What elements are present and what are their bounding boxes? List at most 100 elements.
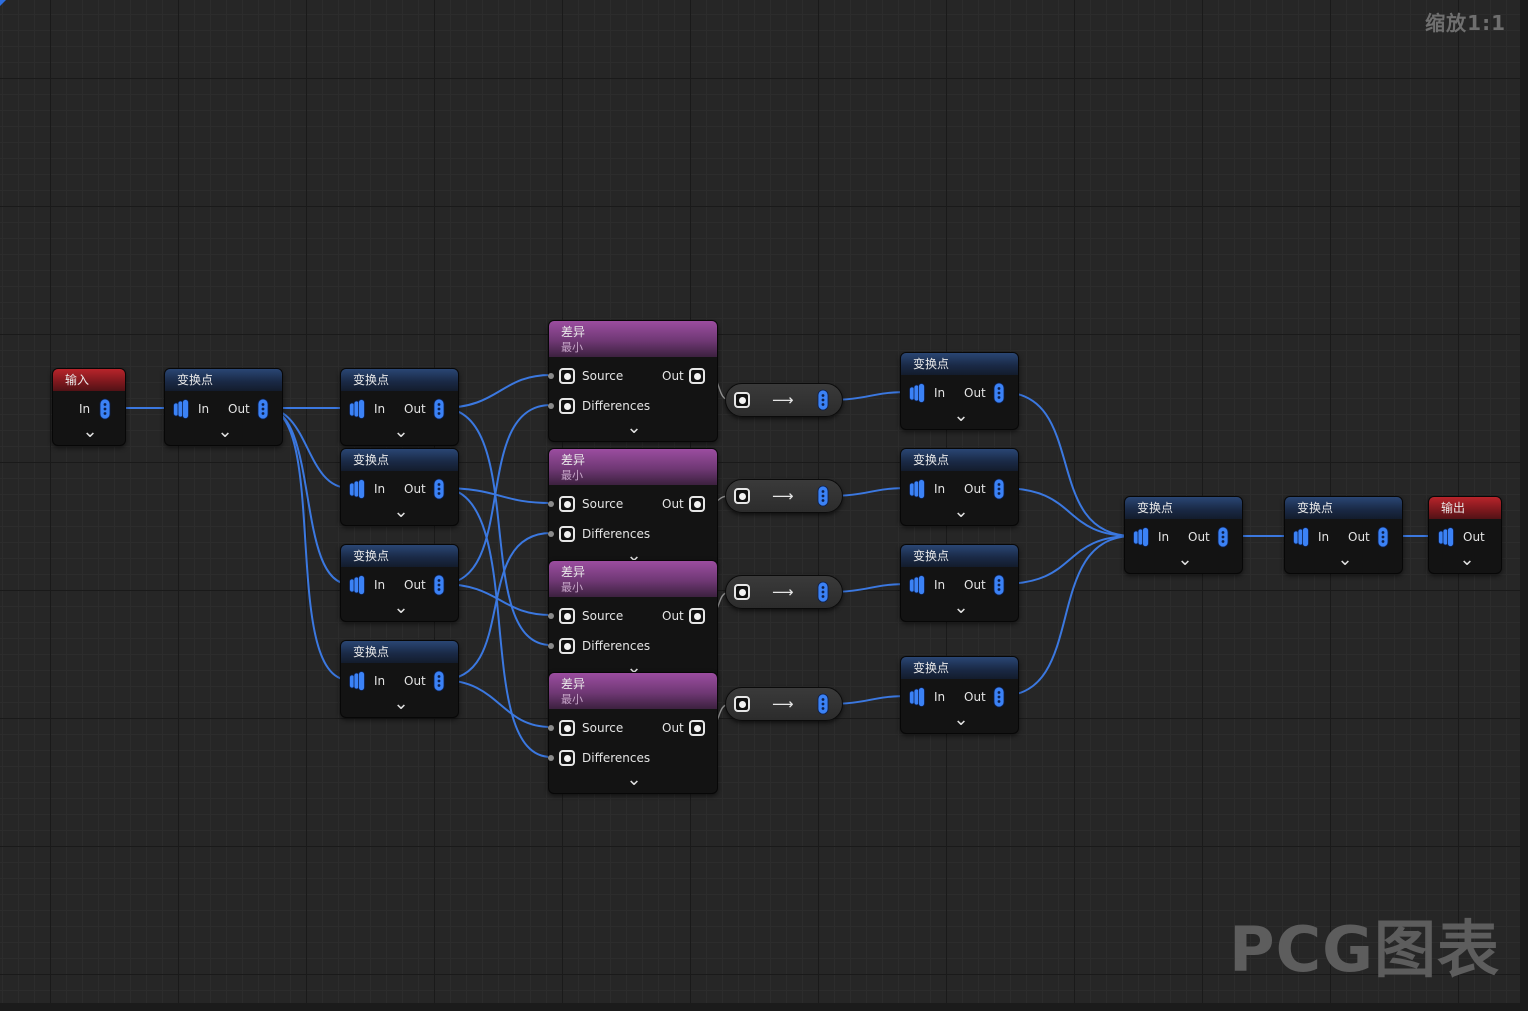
transform-points-node[interactable]: 变换点 In Out ⌄ xyxy=(1124,496,1243,574)
graph-canvas[interactable]: 变换点 In Out ⌄ 变换点 In Out ⌄ 变换点 In Out ⌄ 变换点 In Out ⌄ 变换点 I… xyxy=(0,0,1520,1003)
convert-node[interactable]: ⟶ xyxy=(725,575,843,609)
in-pin[interactable] xyxy=(909,574,925,596)
in-pin[interactable] xyxy=(1133,526,1149,548)
out-pin-label: Out xyxy=(1348,530,1370,544)
spatial-data-pin-icon xyxy=(433,398,445,420)
differences-pin[interactable] xyxy=(559,526,575,542)
transform-points-node[interactable]: 变换点 In Out ⌄ xyxy=(340,544,459,622)
in-pin[interactable] xyxy=(734,392,750,408)
in-pin[interactable] xyxy=(1293,526,1309,548)
in-pin[interactable] xyxy=(734,584,750,600)
in-pin[interactable] xyxy=(734,488,750,504)
out-pin[interactable] xyxy=(431,478,447,500)
differences-pin[interactable] xyxy=(559,398,575,414)
transform-points-node[interactable]: 变换点 In Out ⌄ xyxy=(340,448,459,526)
chevron-down-icon[interactable]: ⌄ xyxy=(391,423,411,441)
transform-points-node[interactable]: 变换点 In Out ⌄ xyxy=(340,368,459,446)
out-pin-label: Out xyxy=(1188,530,1210,544)
out-pin[interactable] xyxy=(815,581,831,603)
in-pin[interactable] xyxy=(734,696,750,712)
out-pin-label: Out xyxy=(662,497,684,511)
in-pin[interactable] xyxy=(909,686,925,708)
out-pin[interactable] xyxy=(431,670,447,692)
out-pin[interactable] xyxy=(815,389,831,411)
out-pin[interactable] xyxy=(991,382,1007,404)
vertical-scrollbar[interactable] xyxy=(1520,0,1528,1011)
chevron-down-icon[interactable]: ⌄ xyxy=(1335,551,1355,569)
point-data-pin-icon xyxy=(909,575,925,595)
out-pin[interactable] xyxy=(97,398,113,420)
out-pin[interactable] xyxy=(1215,526,1231,548)
out-pin[interactable] xyxy=(689,496,705,512)
node-subtitle: 最小 xyxy=(561,469,583,482)
out-pin[interactable] xyxy=(815,485,831,507)
out-pin[interactable] xyxy=(689,608,705,624)
out-pin[interactable] xyxy=(689,368,705,384)
transform-points-node[interactable]: 变换点 In Out ⌄ xyxy=(900,656,1019,734)
in-pin[interactable] xyxy=(909,382,925,404)
difference-node[interactable]: 差异 最小 Source Out Differences ⌄ xyxy=(548,672,718,794)
convert-node[interactable]: ⟶ xyxy=(725,383,843,417)
out-pin[interactable] xyxy=(991,478,1007,500)
out-pin[interactable] xyxy=(815,693,831,715)
out-pin[interactable] xyxy=(689,720,705,736)
spatial-data-pin-icon xyxy=(993,686,1005,708)
arrow-right-icon: ⟶ xyxy=(772,695,794,713)
node-title: 输出 xyxy=(1429,497,1501,519)
out-pin[interactable] xyxy=(991,686,1007,708)
node-title: 变换点 xyxy=(901,657,1018,679)
input-node[interactable]: 输入 In ⌄ xyxy=(52,368,126,446)
in-pin[interactable] xyxy=(349,670,365,692)
differences-pin-connector xyxy=(548,403,554,409)
chevron-down-icon[interactable]: ⌄ xyxy=(951,407,971,425)
convert-node[interactable]: ⟶ xyxy=(725,479,843,513)
in-pin[interactable] xyxy=(909,478,925,500)
transform-points-node[interactable]: 变换点 In Out ⌄ xyxy=(164,368,283,446)
in-pin[interactable] xyxy=(349,574,365,596)
transform-points-node[interactable]: 变换点 In Out ⌄ xyxy=(340,640,459,718)
in-pin[interactable] xyxy=(173,398,189,420)
source-pin[interactable] xyxy=(559,608,575,624)
transform-points-node[interactable]: 变换点 In Out ⌄ xyxy=(900,448,1019,526)
difference-node[interactable]: 差异 最小 Source Out Differences ⌄ xyxy=(548,448,718,570)
out-pin[interactable] xyxy=(1375,526,1391,548)
transform-points-node[interactable]: 变换点 In Out ⌄ xyxy=(900,544,1019,622)
in-pin-label: In xyxy=(79,402,91,416)
differences-pin[interactable] xyxy=(559,750,575,766)
convert-node[interactable]: ⟶ xyxy=(725,687,843,721)
horizontal-scrollbar[interactable] xyxy=(0,1003,1528,1011)
chevron-down-icon[interactable]: ⌄ xyxy=(80,423,100,441)
chevron-down-icon[interactable]: ⌄ xyxy=(391,599,411,617)
chevron-down-icon[interactable]: ⌄ xyxy=(1457,551,1477,569)
in-pin[interactable] xyxy=(1438,526,1454,548)
spatial-data-pin-icon xyxy=(433,670,445,692)
chevron-down-icon[interactable]: ⌄ xyxy=(624,419,644,437)
in-pin[interactable] xyxy=(349,398,365,420)
chevron-down-icon[interactable]: ⌄ xyxy=(391,695,411,713)
difference-node[interactable]: 差异 最小 Source Out Differences ⌄ xyxy=(548,320,718,442)
source-pin-label: Source xyxy=(582,609,624,623)
differences-pin-connector xyxy=(548,531,554,537)
chevron-down-icon[interactable]: ⌄ xyxy=(215,423,235,441)
transform-points-node[interactable]: 变换点 In Out ⌄ xyxy=(1284,496,1403,574)
source-pin[interactable] xyxy=(559,496,575,512)
source-pin[interactable] xyxy=(559,720,575,736)
arrow-right-icon: ⟶ xyxy=(772,583,794,601)
differences-pin[interactable] xyxy=(559,638,575,654)
difference-node[interactable]: 差异 最小 Source Out Differences ⌄ xyxy=(548,560,718,682)
chevron-down-icon[interactable]: ⌄ xyxy=(1175,551,1195,569)
in-pin[interactable] xyxy=(349,478,365,500)
output-node[interactable]: 输出 Out ⌄ xyxy=(1428,496,1502,574)
transform-points-node[interactable]: 变换点 In Out ⌄ xyxy=(900,352,1019,430)
chevron-down-icon[interactable]: ⌄ xyxy=(951,503,971,521)
chevron-down-icon[interactable]: ⌄ xyxy=(951,711,971,729)
out-pin[interactable] xyxy=(431,398,447,420)
chevron-down-icon[interactable]: ⌄ xyxy=(624,771,644,789)
out-pin[interactable] xyxy=(255,398,271,420)
out-pin[interactable] xyxy=(431,574,447,596)
chevron-down-icon[interactable]: ⌄ xyxy=(951,599,971,617)
node-subtitle: 最小 xyxy=(561,693,583,706)
chevron-down-icon[interactable]: ⌄ xyxy=(391,503,411,521)
out-pin[interactable] xyxy=(991,574,1007,596)
source-pin[interactable] xyxy=(559,368,575,384)
